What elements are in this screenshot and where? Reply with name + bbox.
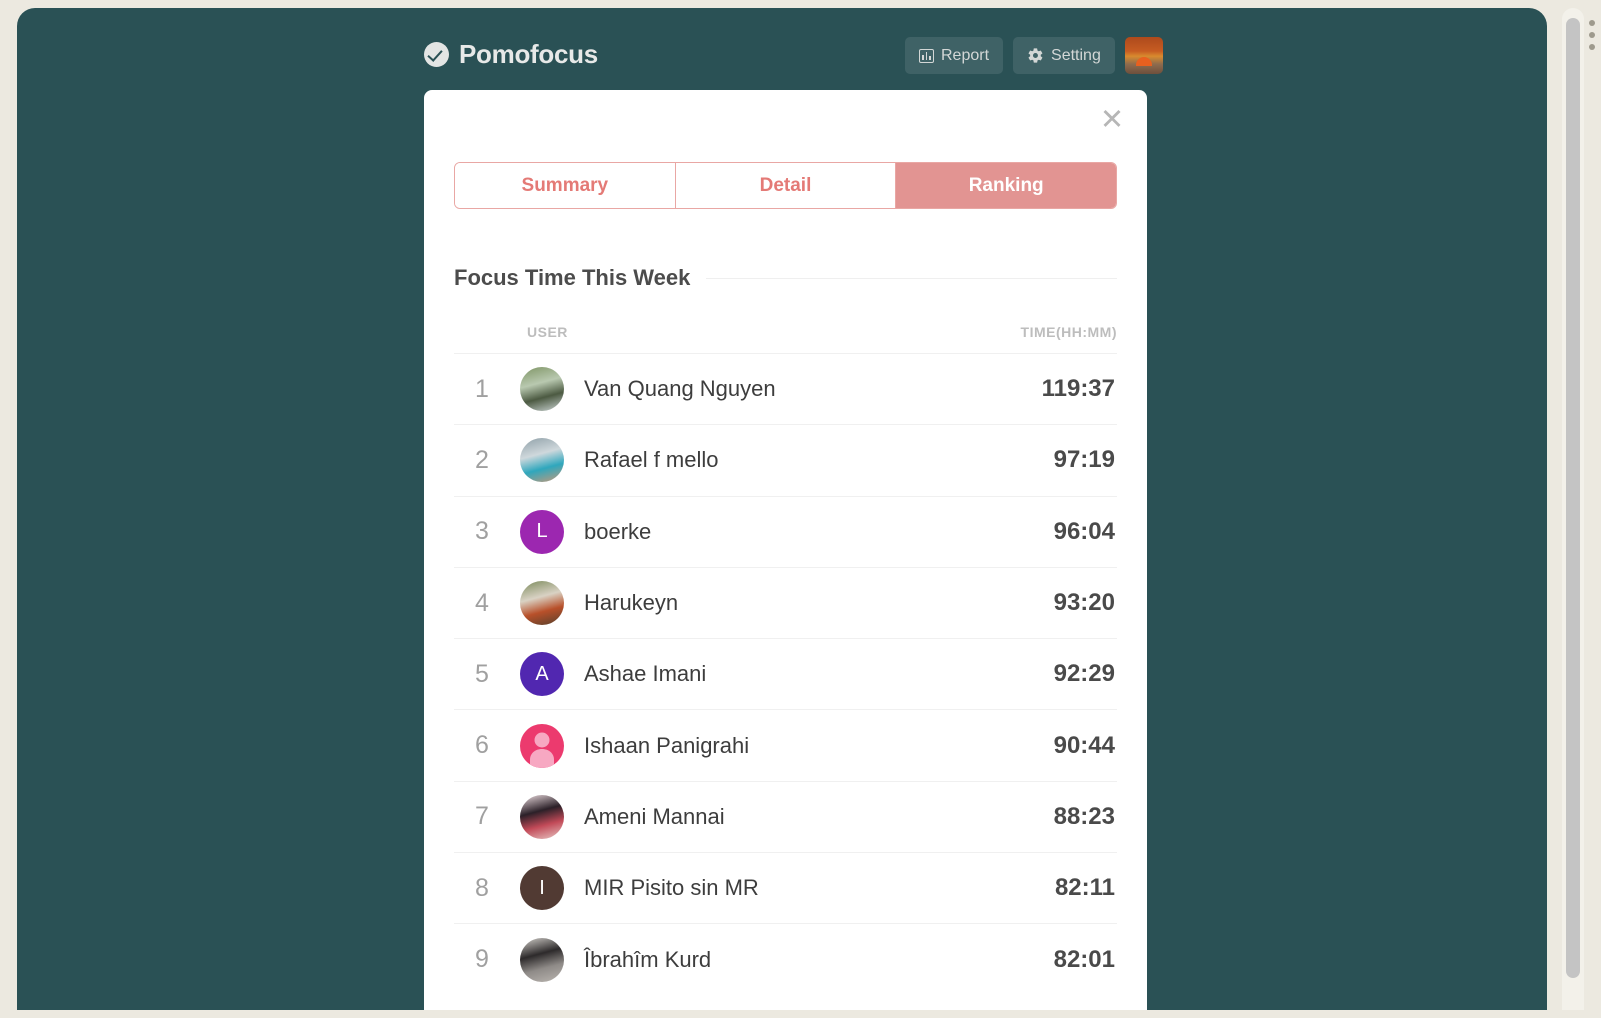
rank-number: 8	[475, 873, 489, 902]
avatar: I	[520, 866, 564, 911]
user-name: Van Quang Nguyen	[584, 376, 776, 402]
user-cell: I MIR Pisito sin MR	[520, 866, 947, 911]
user-cell: Lboerke	[520, 509, 947, 554]
modal-tabs: Summary Detail Ranking	[454, 162, 1117, 209]
tab-ranking[interactable]: Ranking	[896, 163, 1116, 208]
tab-detail[interactable]: Detail	[675, 163, 897, 208]
focus-time-value: 97:19	[1053, 446, 1115, 474]
section-header: Focus Time This Week	[454, 265, 1117, 291]
setting-button-label: Setting	[1051, 46, 1101, 64]
user-cell: Îbrahîm Kurd	[520, 937, 947, 982]
section-title: Focus Time This Week	[454, 265, 691, 290]
rank-number: 9	[475, 945, 489, 974]
user-name: boerke	[584, 518, 652, 544]
user-cell: Rafael f mello	[520, 438, 947, 483]
table-header-row: USER TIME(HH:MM)	[454, 319, 1117, 353]
avatar	[520, 794, 564, 839]
rank-number: 5	[475, 659, 489, 688]
user-name: Ishaan Panigrahi	[584, 732, 750, 758]
user-name: Ameni Mannai	[584, 803, 725, 829]
user-name: Harukeyn	[584, 590, 679, 616]
user-name: MIR Pisito sin MR	[584, 875, 759, 901]
table-row[interactable]: 6 Ishaan Panigrahi 90:44	[454, 709, 1117, 780]
user-name: Îbrahîm Kurd	[584, 946, 712, 972]
header-actions: Report Setting	[905, 37, 1163, 74]
user-name: Ashae Imani	[584, 661, 707, 687]
avatar: L	[520, 509, 564, 554]
focus-time-value: 96:04	[1053, 517, 1115, 545]
table-row[interactable]: 7 Ameni Mannai 88:23	[454, 780, 1117, 852]
scrollbar-thumb[interactable]	[1566, 18, 1580, 978]
user-cell: Van Quang Nguyen	[520, 367, 947, 412]
user-avatar-button[interactable]	[1124, 37, 1163, 74]
user-cell: Ishaan Panigrahi	[520, 723, 947, 768]
vertical-dots-icon[interactable]	[1588, 20, 1596, 50]
rank-number: 4	[475, 588, 489, 617]
brand-name: Pomofocus	[459, 38, 598, 69]
gear-icon	[1027, 47, 1044, 64]
report-button-label: Report	[941, 46, 990, 64]
table-row[interactable]: 9 Îbrahîm Kurd 82:01	[454, 923, 1117, 994]
avatar	[520, 438, 564, 483]
tab-summary[interactable]: Summary	[455, 163, 676, 208]
rank-number: 7	[475, 802, 489, 831]
header-time: TIME(HH:MM)	[1020, 324, 1117, 340]
avatar	[520, 937, 564, 982]
table-row[interactable]: 1 Van Quang Nguyen 119:37	[454, 353, 1117, 424]
focus-time-value: 82:01	[1053, 945, 1115, 973]
bar-chart-icon	[919, 48, 934, 63]
user-cell: Ameni Mannai	[520, 794, 947, 839]
check-circle-icon	[424, 41, 449, 67]
avatar	[520, 723, 564, 768]
ranking-table: USER TIME(HH:MM) 1 Van Quang Nguyen 119:37…	[454, 319, 1117, 995]
user-cell: A Ashae Imani	[520, 652, 947, 697]
rank-number: 2	[475, 445, 489, 474]
user-name: Rafael f mello	[584, 447, 719, 473]
modal-body: Summary Detail Ranking Focus Time This W…	[424, 90, 1147, 995]
table-row[interactable]: 2 Rafael f mello 97:19	[454, 424, 1117, 495]
rank-number: 3	[475, 517, 489, 546]
focus-time-value: 88:23	[1053, 802, 1115, 830]
focus-time-value: 92:29	[1053, 660, 1115, 688]
report-button[interactable]: Report	[905, 37, 1004, 74]
setting-button[interactable]: Setting	[1013, 37, 1115, 74]
rank-number: 6	[475, 731, 489, 760]
report-modal: ✕ Summary Detail Ranking Focus Time This…	[424, 90, 1147, 1010]
avatar	[520, 581, 564, 626]
focus-time-value: 90:44	[1053, 731, 1115, 759]
brand-logo[interactable]: Pomofocus	[424, 39, 598, 70]
table-row[interactable]: 5 A Ashae Imani 92:29	[454, 638, 1117, 709]
avatar: A	[520, 652, 564, 697]
app-viewport: Pomofocus Report Setting ✕ Summary Detai…	[17, 8, 1547, 1010]
section-divider	[706, 277, 1117, 279]
table-row[interactable]: 4 Harukeyn 93:20	[454, 566, 1117, 638]
table-row[interactable]: 8 I MIR Pisito sin MR 82:11	[454, 852, 1117, 923]
avatar	[520, 367, 564, 412]
focus-time-value: 93:20	[1053, 589, 1115, 617]
user-cell: Harukeyn	[520, 581, 947, 626]
header-user: USER	[527, 324, 568, 340]
focus-time-value: 119:37	[1041, 375, 1115, 403]
close-icon[interactable]: ✕	[1095, 103, 1129, 137]
table-row[interactable]: 3 Lboerke 96:04	[454, 495, 1117, 567]
browser-window-frame: Pomofocus Report Setting ✕ Summary Detai…	[0, 0, 1601, 1018]
focus-time-value: 82:11	[1054, 874, 1115, 902]
rank-number: 1	[475, 374, 489, 403]
